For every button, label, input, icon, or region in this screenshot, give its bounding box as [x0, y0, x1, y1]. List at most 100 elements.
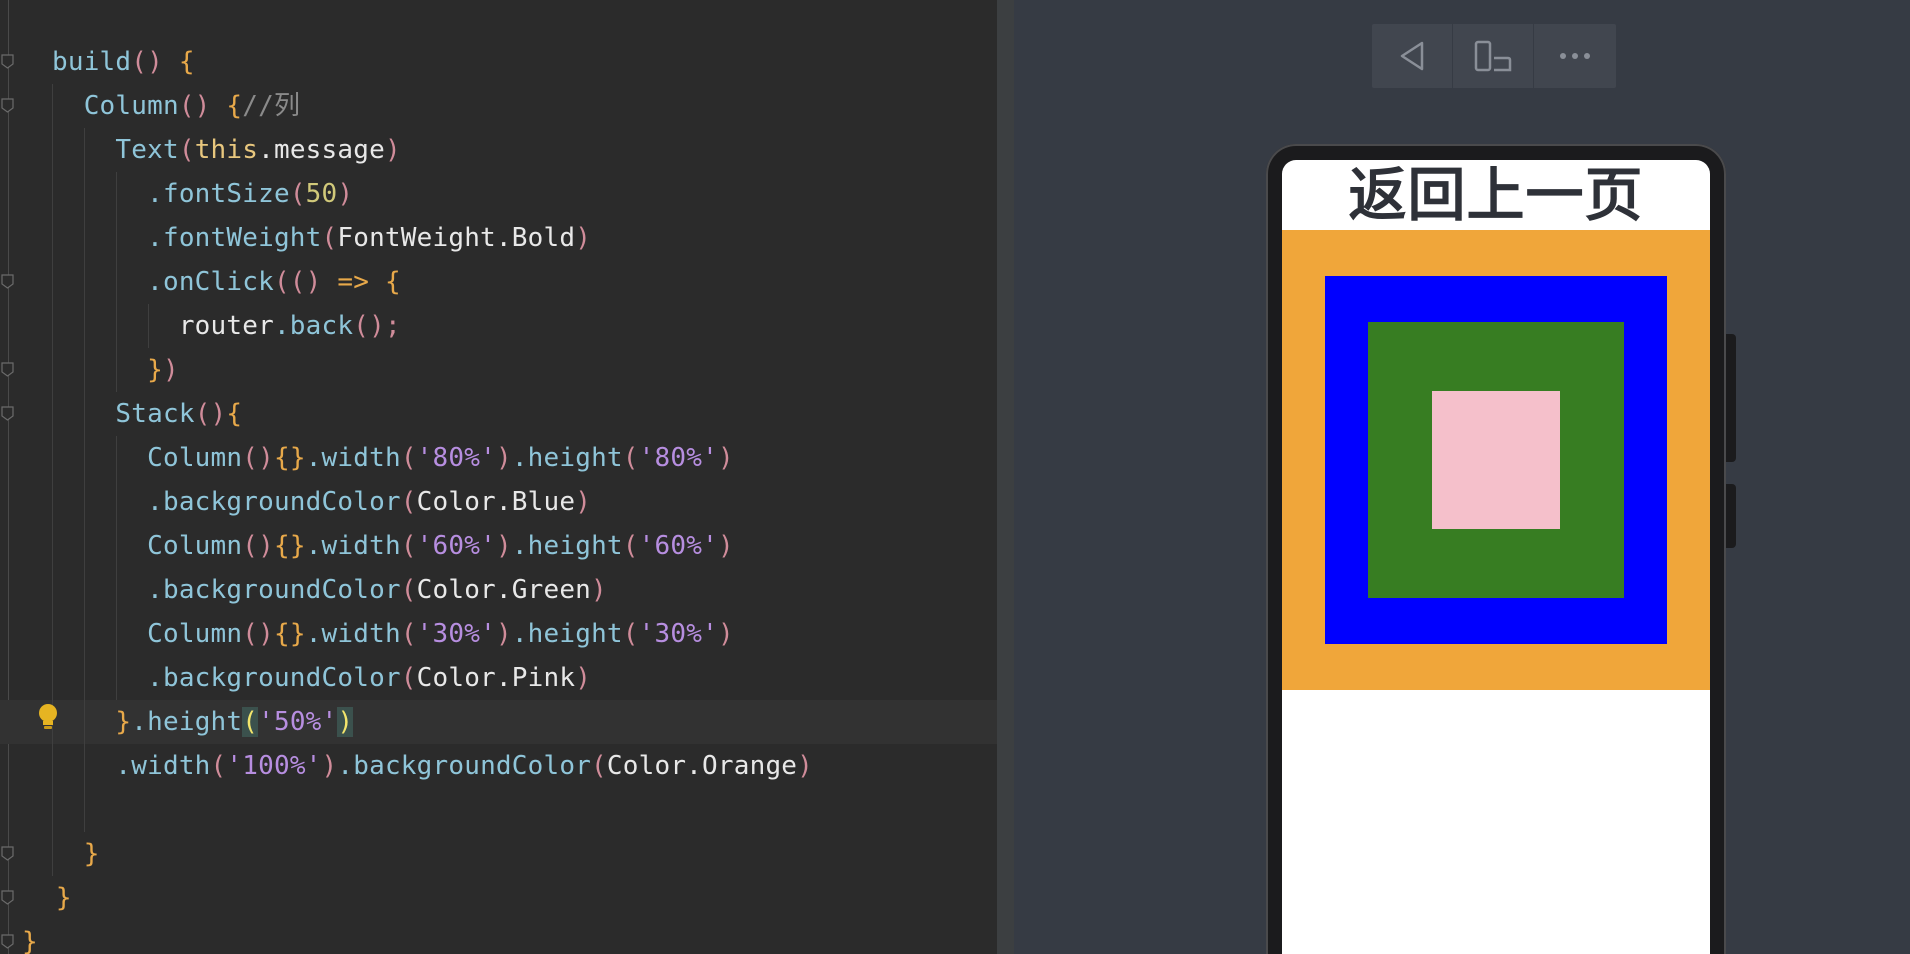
code-token: ( — [178, 135, 195, 165]
code-token: this — [194, 135, 259, 165]
code-token: { — [178, 47, 195, 77]
code-token: Stack — [52, 399, 195, 429]
code-token: ) — [495, 619, 512, 649]
code-token: ) — [717, 531, 734, 561]
code-token: { — [384, 267, 401, 297]
code-token: .width — [305, 443, 401, 473]
code-line[interactable]: }) — [0, 348, 179, 392]
code-token: .fontWeight — [52, 223, 322, 253]
more-icon — [1559, 53, 1590, 59]
code-token: ) — [717, 443, 734, 473]
more-button[interactable] — [1534, 24, 1615, 88]
code-token: .onClick — [52, 267, 274, 297]
lightbulb-icon[interactable] — [36, 702, 60, 732]
code-token: {} — [273, 619, 306, 649]
code-token: .height — [511, 619, 623, 649]
code-line[interactable]: } — [0, 832, 100, 876]
code-token: } — [40, 883, 72, 913]
code-token: ) — [337, 179, 354, 209]
ide-window: build() { Column() {//列 Text(this.messag… — [0, 0, 1910, 954]
code-line[interactable]: .backgroundColor(Color.Green) — [0, 568, 607, 612]
code-token: '60%' — [416, 531, 496, 561]
code-editor[interactable]: build() { Column() {//列 Text(this.messag… — [0, 0, 997, 954]
code-line[interactable]: .fontWeight(FontWeight.Bold) — [0, 216, 591, 260]
code-token: ) — [305, 267, 322, 297]
back-text-button[interactable]: 返回上一页 — [1282, 160, 1710, 230]
code-token: ( — [591, 751, 607, 781]
code-line[interactable]: Column(){}.width('80%').height('80%') — [0, 436, 734, 480]
code-token: (); — [353, 311, 401, 341]
rotate-device-button[interactable] — [1453, 24, 1534, 88]
code-token: ( — [400, 531, 417, 561]
code-token: build — [52, 47, 132, 77]
code-token: ) — [495, 531, 512, 561]
code-token: .backgroundColor — [52, 663, 401, 693]
code-line[interactable]: Column(){}.width('60%').height('60%') — [0, 524, 734, 568]
code-token: } — [52, 707, 132, 737]
code-token: {} — [273, 443, 306, 473]
code-token: 50 — [305, 179, 338, 209]
code-token: .backgroundColor — [52, 487, 401, 517]
code-line[interactable]: build() { — [0, 40, 195, 84]
code-line[interactable]: .onClick(() => { — [0, 260, 401, 304]
device-screen: 返回上一页 — [1282, 160, 1710, 954]
code-line[interactable]: Text(this.message) — [0, 128, 401, 172]
code-token: ) — [321, 751, 338, 781]
code-line[interactable] — [0, 788, 52, 832]
code-token: ) — [162, 355, 179, 385]
code-line[interactable]: Stack(){ — [0, 392, 242, 436]
code-token: () — [242, 619, 274, 649]
code-line[interactable]: } — [0, 876, 72, 920]
code-token: .height — [511, 443, 623, 473]
code-token: Column — [52, 91, 179, 121]
code-token: Color.Blue — [416, 487, 576, 517]
code-token: } — [52, 355, 163, 385]
code-token: FontWeight.Bold — [337, 223, 576, 253]
code-token: ( — [622, 619, 639, 649]
pane-splitter[interactable] — [997, 0, 1014, 954]
code-line[interactable]: .backgroundColor(Color.Pink) — [0, 656, 591, 700]
back-button[interactable] — [1372, 24, 1453, 88]
code-token: } — [52, 839, 100, 869]
code-token: () — [131, 47, 163, 77]
code-token: router — [52, 311, 274, 341]
code-token: ( — [400, 575, 417, 605]
code-line[interactable]: Column(){}.width('30%').height('30%') — [0, 612, 734, 656]
code-token: ( — [321, 223, 338, 253]
code-token: '50%' — [258, 707, 338, 737]
code-token: .width — [305, 531, 401, 561]
code-line[interactable]: router.back(); — [0, 304, 401, 348]
code-token: ( — [289, 179, 306, 209]
code-line[interactable]: }.height('50%') — [0, 700, 997, 744]
code-token: ) — [575, 663, 592, 693]
code-token: Text — [52, 135, 179, 165]
code-token: { — [226, 91, 243, 121]
code-line[interactable]: .backgroundColor(Color.Blue) — [0, 480, 591, 524]
code-token: () — [242, 443, 274, 473]
pink-column — [1431, 391, 1561, 529]
code-line[interactable]: } — [0, 920, 38, 954]
code-token: => — [321, 267, 385, 297]
code-token: {} — [273, 531, 306, 561]
code-token: () — [194, 399, 227, 429]
code-token: ( — [400, 487, 417, 517]
code-token: ( — [400, 443, 417, 473]
code-line[interactable]: Column() {//列 — [0, 84, 300, 128]
code-token: '100%' — [226, 751, 322, 781]
code-token: { — [226, 399, 243, 429]
code-token: ( — [400, 663, 417, 693]
code-token: () — [242, 531, 274, 561]
code-token: ( — [242, 707, 259, 737]
code-token: '80%' — [638, 443, 718, 473]
code-line[interactable]: .width('100%').backgroundColor(Color.Ora… — [0, 744, 813, 788]
code-token: .back — [273, 311, 354, 341]
code-token: ) — [717, 619, 734, 649]
code-token: ( — [622, 443, 639, 473]
code-token: .backgroundColor — [337, 751, 592, 781]
code-token: .height — [131, 707, 243, 737]
code-token: ( — [400, 619, 417, 649]
code-token: (( — [273, 267, 306, 297]
previewer-pane: 返回上一页 — [1014, 0, 1910, 954]
